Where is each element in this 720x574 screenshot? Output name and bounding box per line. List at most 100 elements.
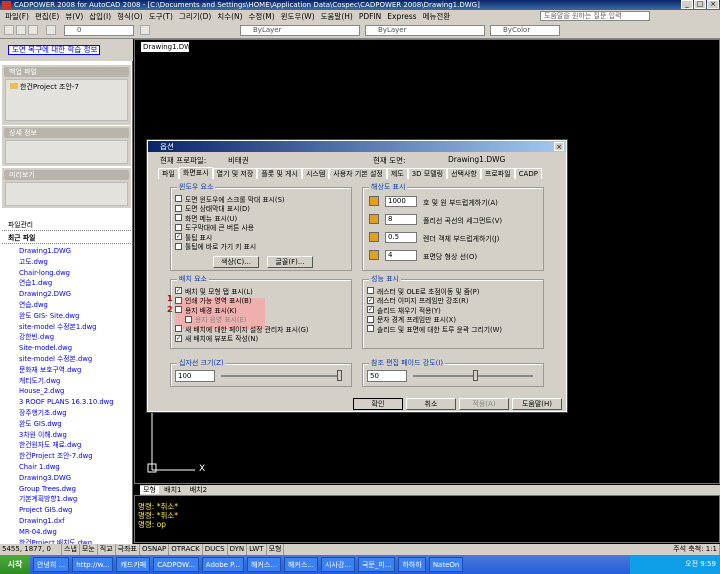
tab-0[interactable]: 파일 [158,168,179,179]
recent-file-item[interactable]: 한건원자도 재료.dwg [2,440,131,451]
lineweight-dropdown[interactable]: ByLayer [365,25,485,36]
checkbox[interactable]: ✓ [367,296,374,304]
recent-file-item[interactable]: 3차원 이해.dwg [2,430,131,441]
menu-item[interactable]: 삽입(I) [86,11,114,22]
recent-file-item[interactable]: 고도.dwg [2,257,131,268]
checkbox-row[interactable]: ✓ 래스터 이미지 프레임만 강조(R) [367,296,502,305]
taskbar-item[interactable]: Adobe P... [201,557,244,572]
tab-9[interactable]: 프로파일 [480,168,515,179]
recent-file-item[interactable]: 3 ROOF PLANS 16.3.10.dwg [2,397,131,408]
recent-file-item[interactable]: 완도 GIS.dwg [2,419,131,430]
checkbox-row[interactable]: 도구막대에 큰 버튼 사용 [175,223,285,232]
recent-file-item[interactable]: MR-04.dwg [2,527,131,538]
tab-1[interactable]: 화면표시 [178,167,213,179]
checkbox[interactable] [175,214,182,222]
checkbox-row[interactable]: ✓ 솔리드 채우기 적용(Y) [367,305,502,315]
menu-item[interactable]: PDFIN [356,12,384,21]
recent-file-item[interactable]: 연습1.dwg [2,278,131,289]
recent-file-item[interactable]: site-model 수정본.dwg [2,354,131,365]
taskbar-item[interactable]: http://w... [72,557,114,572]
tab-2[interactable]: 열기 및 저장 [212,168,258,179]
status-toggle-button[interactable]: 모형 [267,544,285,555]
recent-file-item[interactable]: Chair 1.dwg [2,462,131,473]
recent-file-item[interactable]: Drawing3.DWG [2,473,131,484]
tab-model[interactable]: 모형 [140,486,159,494]
checkbox[interactable] [175,296,182,304]
menu-item[interactable]: 도구(T) [146,11,176,22]
recent-file-item[interactable]: Drawing1.DWG [2,246,131,257]
start-button[interactable]: 시작 [0,555,30,574]
tab-8[interactable]: 선택사항 [447,168,481,179]
checkbox-row[interactable]: 도면 상태막대 표시(D) [175,204,285,213]
taskbar-item[interactable]: 하하하 [398,557,426,572]
checkbox[interactable] [175,195,182,203]
open-icon[interactable] [16,25,26,35]
checkbox[interactable]: ✓ [175,334,182,342]
recent-file-item[interactable]: 연습.dwg [2,300,131,311]
status-toggle-button[interactable]: OTRACK [169,544,203,555]
crosshair-slider-thumb[interactable] [337,370,342,381]
color-button[interactable]: 색상(C)... [213,256,259,268]
layer-icon[interactable] [46,25,56,35]
menu-item[interactable]: 수정(M) [246,11,278,22]
help-search-input[interactable]: 도움말을 원하는 질문 입력 [540,11,650,21]
checkbox-row[interactable]: 래스터 및 OLE로 초점이동 및 줌(P) [367,286,502,296]
color-icon[interactable] [140,25,150,35]
command-window[interactable]: 명령: *취소* 명령: *취소* 명령: op [134,495,720,543]
checkbox[interactable] [367,315,374,323]
recent-file-item[interactable]: Chair-long.dwg [2,268,131,279]
recent-file-item[interactable]: 문화재 보호구역.dwg [2,365,131,376]
recent-file-item[interactable]: Site-model.dwg [2,343,131,354]
taskbar-item[interactable]: 안녕히 ... [33,557,70,572]
resolution-input[interactable]: 4 [385,250,417,261]
fade-input[interactable]: 50 [367,370,407,382]
ok-button[interactable]: 확인 [353,398,403,410]
checkbox[interactable]: ✓ [175,287,182,295]
recent-file-item[interactable]: Drawing1.dxf [2,516,131,527]
menu-item[interactable]: 뷰(V) [62,11,86,22]
crosshair-input[interactable]: 100 [175,370,215,382]
taskbar-item[interactable]: 캐드카페 [116,557,151,572]
close-button[interactable]: × [707,0,719,9]
preview-header[interactable]: 미리보기 [4,170,129,180]
resolution-input[interactable]: 8 [385,214,417,225]
maximize-button[interactable]: □ [694,0,706,9]
tab-6[interactable]: 제도 [386,168,408,179]
help-button[interactable]: 도움말(H) [512,398,562,410]
checkbox-row[interactable]: 도면 윈도우에 스크롤 막대 표시(S) [175,194,285,204]
detail-header[interactable]: 상세 정보 [4,128,129,138]
menu-item[interactable]: Express [384,12,419,21]
checkbox[interactable] [175,204,182,212]
checkbox-row[interactable]: 툴팁에 바로 가기 키 표시 [175,242,285,251]
tab-10[interactable]: CADP [514,168,542,179]
backup-item[interactable]: 한건Project 조안-7 [20,83,79,91]
checkbox-row[interactable]: 용지 음영 표시(E) [185,315,309,324]
font-button[interactable]: 글꼴(F)... [267,256,313,268]
backup-header[interactable]: 백업 파일 [4,67,129,77]
checkbox[interactable] [175,242,182,250]
minimize-button[interactable]: _ [681,0,693,9]
status-toggle-button[interactable]: 극좌표 [116,544,140,555]
menu-item[interactable]: 파일(F) [2,11,32,22]
status-toggle-button[interactable]: 모눈 [80,544,98,555]
checkbox[interactable]: ✓ [367,306,374,314]
checkbox[interactable] [175,223,182,231]
dialog-close-button[interactable]: × [554,142,564,151]
checkbox-row[interactable]: 인쇄 가능 영역 표시(B) [175,296,309,305]
tab-5[interactable]: 사용자 기본 설정 [329,168,387,179]
taskbar-item[interactable]: 해커스... [283,557,318,572]
annotation-scale[interactable]: 주석 축척: 1:1 [671,544,720,555]
resolution-input[interactable]: 1000 [385,196,417,207]
recent-file-item[interactable]: 한건Project 조안-7.dwg [2,451,131,462]
tab-layout2[interactable]: 배치2 [187,486,210,494]
cancel-button[interactable]: 취소 [406,398,456,410]
status-toggle-button[interactable]: 직교 [98,544,116,555]
recent-file-item[interactable]: 기본계획방향1.dwg [2,494,131,505]
status-toggle-button[interactable]: DUCS [203,544,228,555]
menu-item[interactable]: 치수(N) [214,11,245,22]
recent-file-item[interactable]: Drawing2.DWG [2,289,131,300]
checkbox[interactable] [185,315,192,323]
recent-file-item[interactable]: Project GIS.dwg [2,505,131,516]
taskbar-item[interactable]: NateOn [428,557,464,572]
fade-slider-thumb[interactable] [473,370,478,381]
